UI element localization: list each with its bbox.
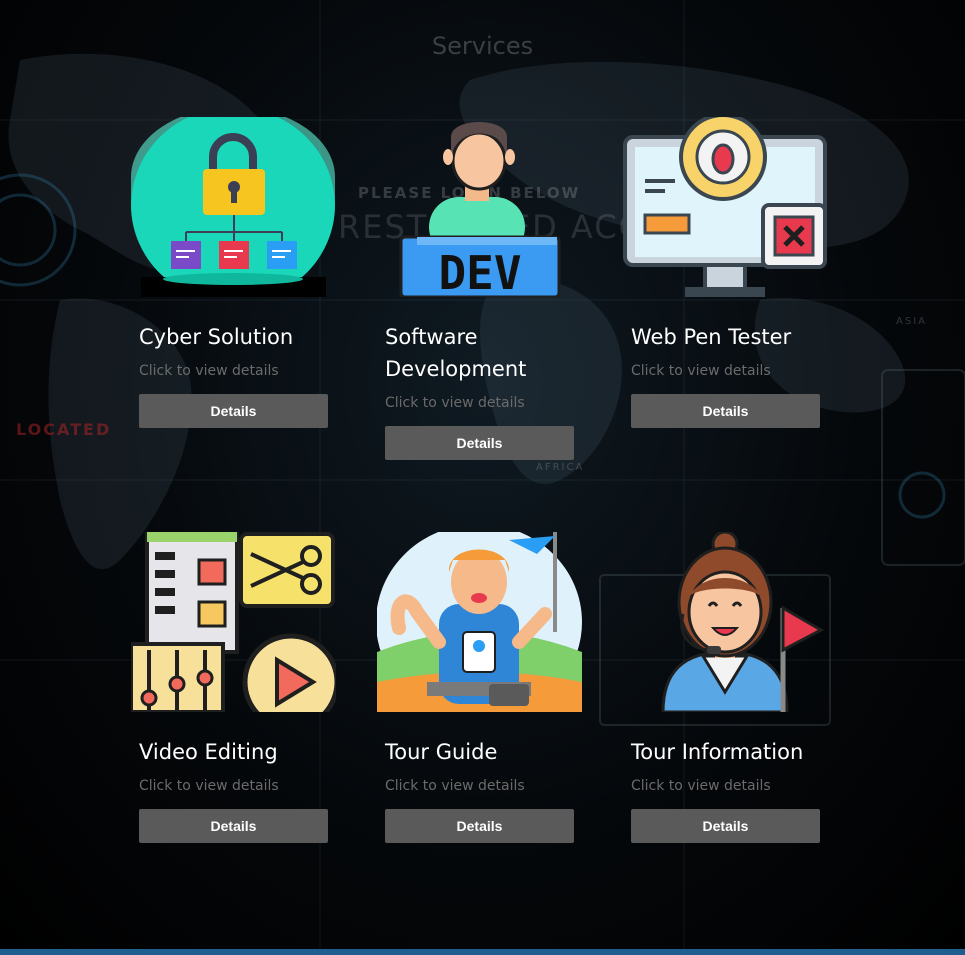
details-button[interactable]: Details [139,809,328,843]
service-name: Web Pen Tester [631,325,792,349]
service-card-software-development: DEV Software Development Click to view d… [377,117,582,460]
services-page: PLEASE LOGIN BELOW RESTRICTED ACCESS ONL… [0,0,965,955]
details-button[interactable]: Details [139,394,328,428]
details-button[interactable]: Details [631,394,820,428]
service-subtitle: Click to view details [139,363,279,379]
service-card-video-editing: Video Editing Click to view details Deta… [131,532,336,843]
details-button[interactable]: Details [385,426,574,460]
support-agent-icon [623,532,828,712]
service-subtitle: Click to view details [139,778,279,794]
video-editing-icon [131,532,336,712]
service-card-tour-guide: Tour Guide Click to view details Details [377,532,582,843]
service-card-cyber-solution: Cyber Solution Click to view details Det… [131,117,336,428]
monitor-bug-icon [623,117,828,297]
section-title: Services [431,32,534,60]
padlock-network-icon [131,117,336,297]
background-africa-text: AFRICA [536,462,585,473]
bottom-accent-bar [0,949,965,955]
service-subtitle: Click to view details [631,778,771,794]
svg-text:DEV: DEV [438,246,521,297]
details-button[interactable]: Details [385,809,574,843]
service-subtitle: Click to view details [385,778,525,794]
background-asia-text: ASIA [896,316,927,327]
service-name: Tour Information [631,740,804,764]
service-name: Video Editing [139,740,278,764]
service-subtitle: Click to view details [631,363,771,379]
developer-icon: DEV [377,117,582,297]
details-button[interactable]: Details [631,809,820,843]
service-subtitle: Click to view details [385,395,525,411]
service-card-web-pen-tester: Web Pen Tester Click to view details Det… [623,117,828,428]
tour-guide-icon [377,532,582,712]
service-name: Cyber Solution [139,325,294,349]
service-name: Software Development [385,325,527,381]
background-located-text: LOCATED [16,420,112,439]
service-card-tour-information: Tour Information Click to view details D… [623,532,828,843]
service-name: Tour Guide [385,740,498,764]
